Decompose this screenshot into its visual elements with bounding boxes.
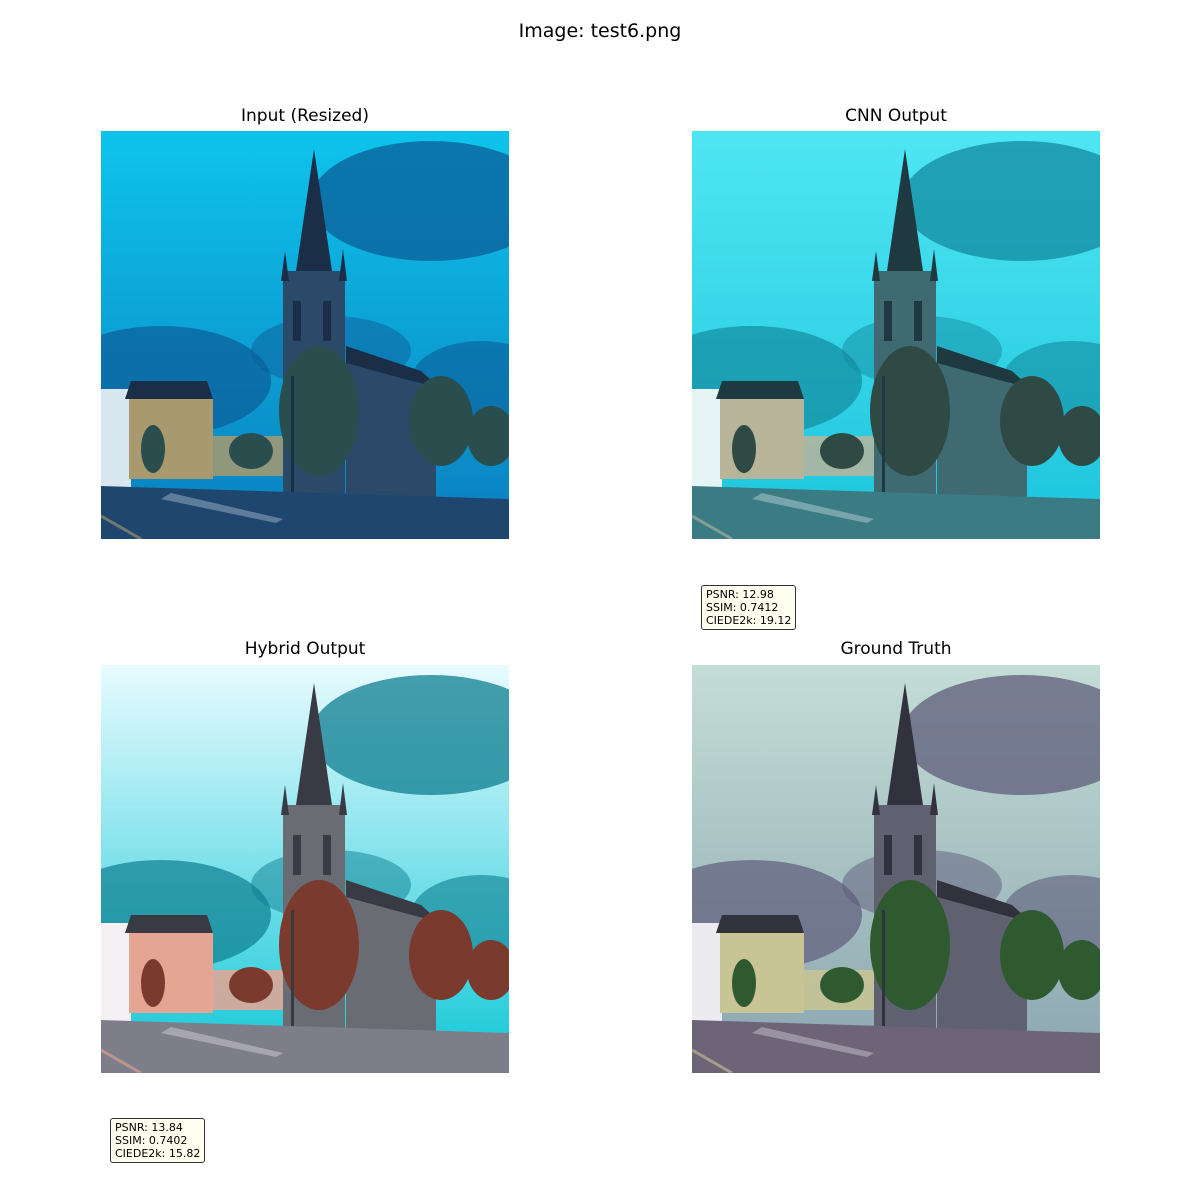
cnn-metrics-box: PSNR: 12.98 SSIM: 0.7412 CIEDE2k: 19.12 [701,585,797,630]
panel-title-input: Input (Resized) [241,106,369,126]
cnn-psnr: PSNR: 12.98 [706,588,774,601]
ground-truth-image [692,665,1100,1073]
hybrid-output-image [101,665,509,1073]
hybrid-ciede: CIEDE2k: 15.82 [115,1147,201,1160]
hybrid-psnr: PSNR: 13.84 [115,1121,183,1134]
panel-title-hybrid: Hybrid Output [244,639,366,659]
figure-title: Image: test6.png [518,20,682,42]
cnn-ssim: SSIM: 0.7412 [706,601,779,614]
cnn-output-image [692,131,1100,539]
panel-title-ground-truth: Ground Truth [840,639,952,659]
input-image [101,131,509,539]
cnn-ciede: CIEDE2k: 19.12 [706,614,792,627]
panel-title-cnn: CNN Output [845,106,947,126]
hybrid-ssim: SSIM: 0.7402 [115,1134,188,1147]
hybrid-metrics-box: PSNR: 13.84 SSIM: 0.7402 CIEDE2k: 15.82 [110,1118,206,1163]
